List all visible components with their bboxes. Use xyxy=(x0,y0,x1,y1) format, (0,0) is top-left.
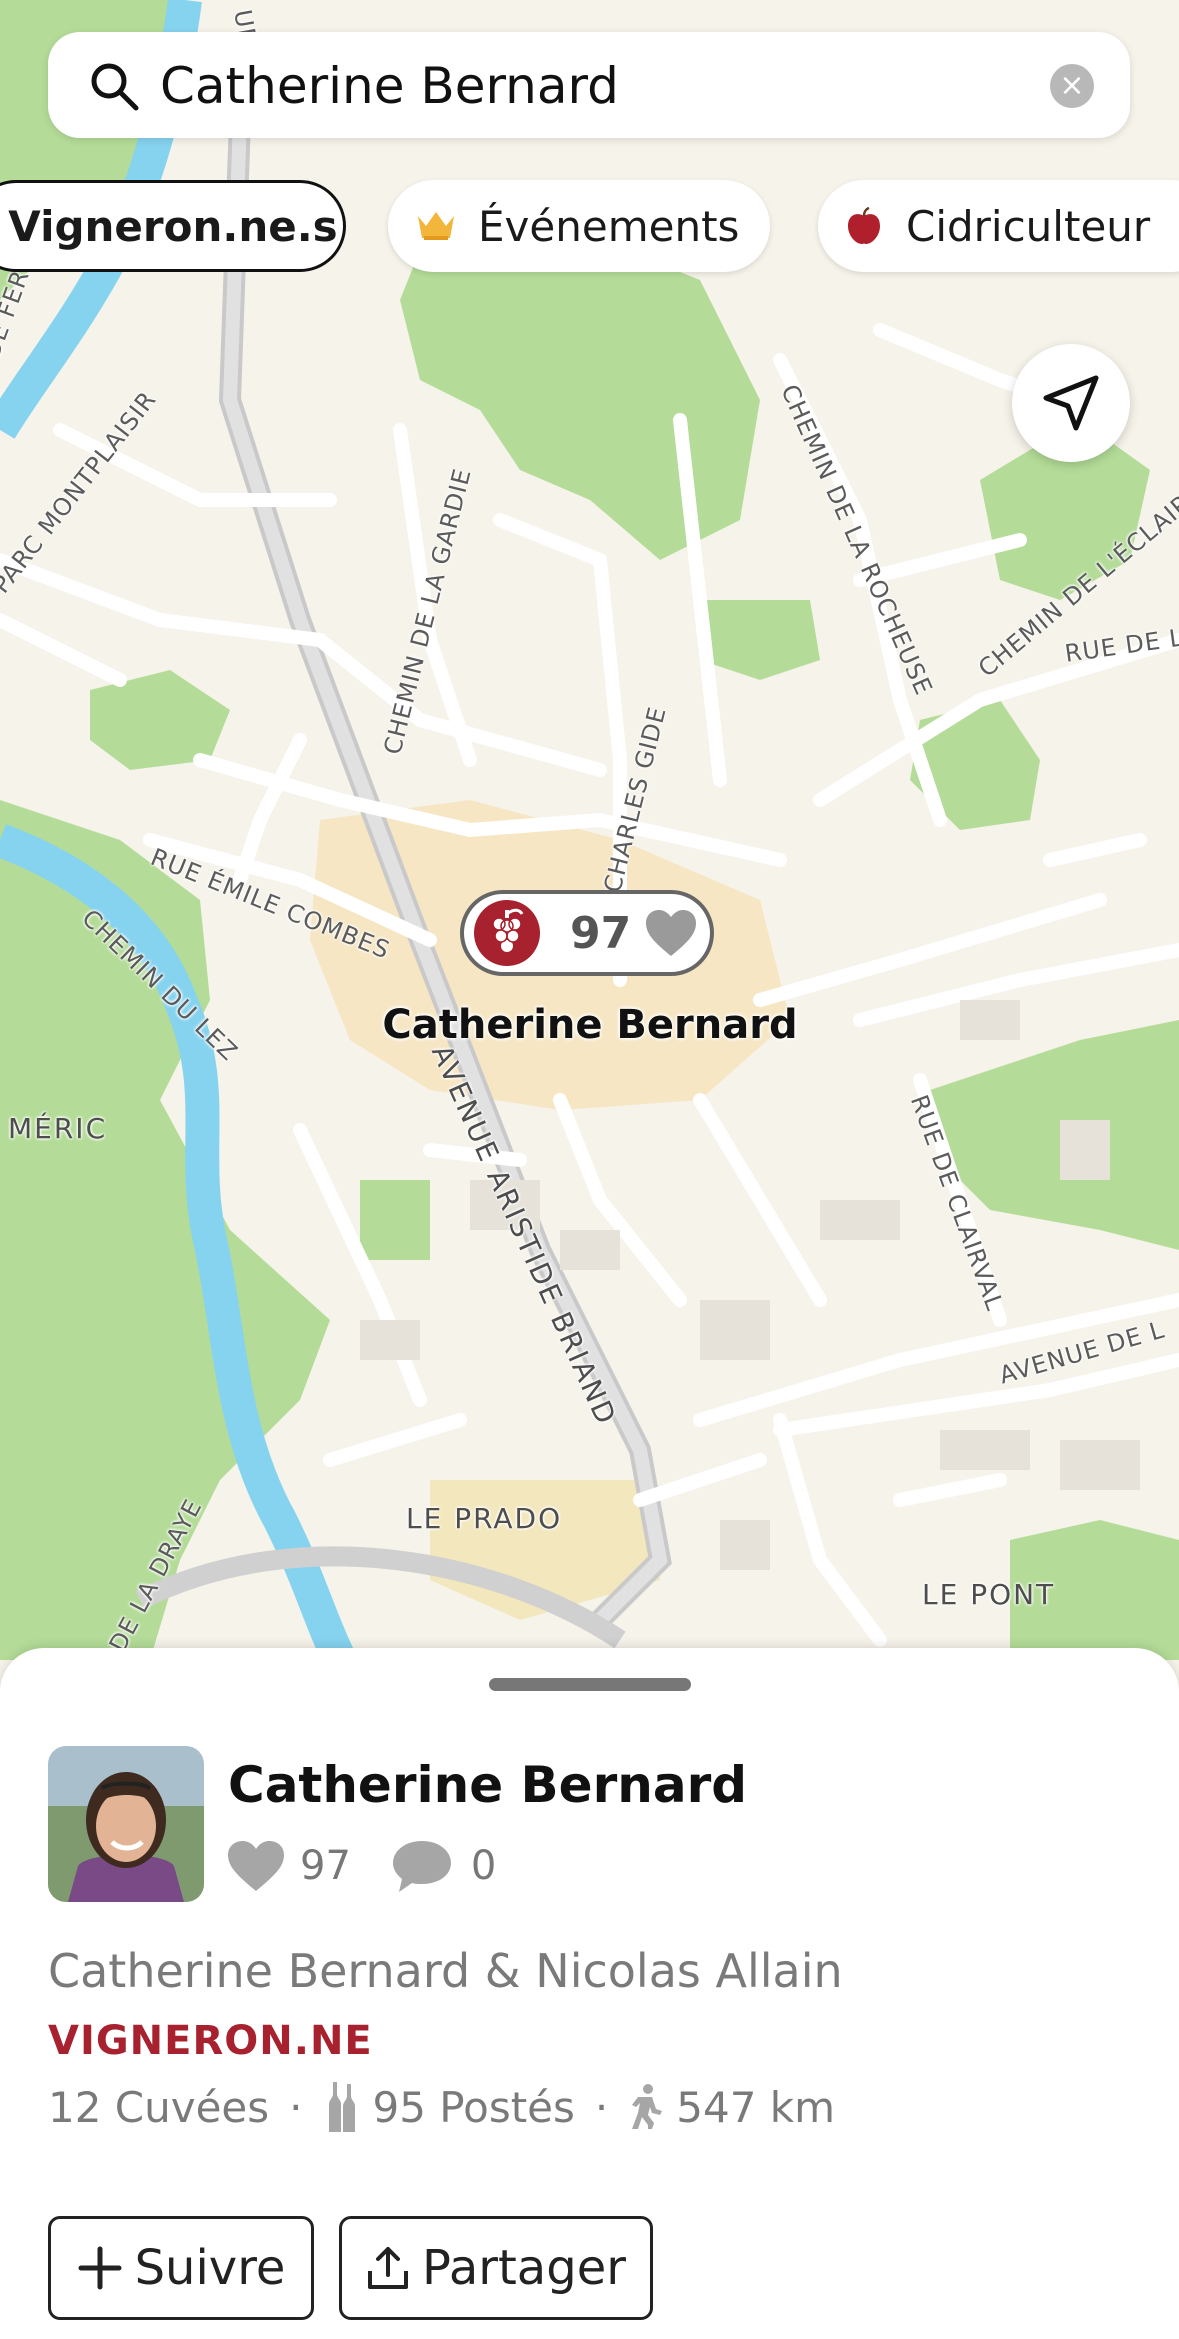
share-button-label: Partager xyxy=(422,2240,626,2296)
likes-count: 97 xyxy=(300,1843,351,1889)
separator: · xyxy=(289,2082,303,2132)
bottles-icon xyxy=(328,2082,355,2132)
follow-button-label: Suivre xyxy=(134,2240,286,2296)
follow-button[interactable]: Suivre xyxy=(48,2216,314,2320)
search-input[interactable]: Catherine Bernard xyxy=(160,57,619,115)
posts-count: 95 Postés xyxy=(372,2082,575,2132)
heart-icon[interactable] xyxy=(226,1839,286,1893)
marker-likes-count: 97 xyxy=(570,908,632,959)
filter-chip-evenements[interactable]: Événements xyxy=(388,180,770,272)
cuvees-count: 12 Cuvées xyxy=(48,2082,270,2132)
grape-icon xyxy=(474,900,540,966)
avatar xyxy=(48,1746,204,1902)
filter-chip-vignerons[interactable]: Vigneron.ne.s xyxy=(0,180,346,272)
comments-count: 0 xyxy=(470,1843,497,1889)
producer-subtitle: Catherine Bernard & Nicolas Allain xyxy=(48,1944,843,1998)
map-place-label: LE PRADO xyxy=(406,1502,563,1535)
distance-value: 547 km xyxy=(676,2082,836,2132)
map-marker-pin[interactable]: 97 xyxy=(460,890,714,976)
search-icon xyxy=(91,63,139,111)
location-arrow-icon xyxy=(1043,375,1099,431)
map-place-label: MÉRIC xyxy=(8,1112,108,1145)
search-bar[interactable]: Catherine Bernard × xyxy=(48,32,1130,138)
walking-icon xyxy=(632,2084,663,2129)
separator: · xyxy=(594,2082,609,2132)
apple-icon xyxy=(848,206,880,244)
detail-sheet[interactable]: Catherine Bernard 97 0 Catherine Bernard… xyxy=(0,1648,1179,2339)
filter-chip-label: Événements xyxy=(478,201,740,251)
producer-name: Catherine Bernard xyxy=(228,1756,748,1814)
filter-chip-label: Cidriculteur xyxy=(906,201,1151,251)
filter-chip-label: Vigneron.ne.s xyxy=(8,201,338,251)
producer-category: VIGNERON.NE xyxy=(48,2018,373,2064)
filter-chip-cidriculteur[interactable]: Cidriculteur xyxy=(818,180,1179,272)
locate-me-button[interactable] xyxy=(1012,344,1130,462)
plus-icon xyxy=(78,2246,122,2290)
comment-icon[interactable] xyxy=(389,1837,455,1895)
sheet-drag-handle[interactable] xyxy=(489,1678,691,1691)
share-icon xyxy=(368,2247,409,2289)
map-place-label: LE PONT xyxy=(922,1578,1056,1611)
marker-title: Catherine Bernard xyxy=(382,1002,798,1048)
producer-stats: 97 0 xyxy=(226,1836,496,1896)
crown-icon xyxy=(418,212,454,240)
producer-meta: 12 Cuvées · 95 Postés · 547 km xyxy=(48,2080,835,2134)
share-button[interactable]: Partager xyxy=(339,2216,653,2320)
clear-search-icon[interactable]: × xyxy=(1050,64,1094,108)
